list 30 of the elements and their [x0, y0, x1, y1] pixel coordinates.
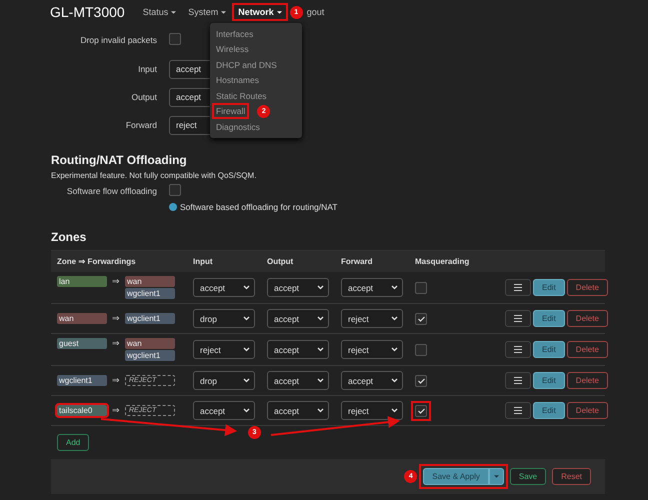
zone-tag: wgclient1 — [57, 375, 107, 386]
zone-tag: wan — [57, 313, 107, 324]
section-note: Experimental feature. Not fully compatible with QoS/SQM. — [51, 171, 258, 180]
zone-tag: wgclient1 — [125, 288, 175, 299]
zone-tag: wgclient1 — [125, 313, 175, 324]
column-header: Masquerading — [415, 257, 470, 266]
column-header: Input — [193, 257, 214, 266]
field-label: Forward — [124, 120, 157, 130]
column-header: Zone ⇒ Forwardings — [57, 257, 137, 266]
section-heading: Zones — [51, 230, 88, 244]
forward-arrow: ⇒ — [112, 276, 120, 287]
column-header: Output — [267, 257, 294, 266]
zone-tag: wan — [125, 276, 175, 287]
field-label: Drop invalid packets — [79, 35, 157, 45]
help-text: Software based offloading for routing/NAT — [180, 202, 338, 212]
forward-arrow: ⇒ — [112, 313, 120, 324]
forward-arrow: ⇒ — [112, 405, 120, 416]
zone-tag: lan — [57, 276, 107, 287]
zone-tag: tailscale0 — [57, 405, 107, 416]
zone-tag: wan — [125, 338, 175, 349]
brand-title: GL-MT3000 — [50, 4, 125, 20]
zone-tag: wgclient1 — [125, 350, 175, 361]
field-label: Software flow offloading — [66, 186, 157, 196]
field-label: Input — [137, 64, 157, 74]
section-heading: Routing/NAT Offloading — [51, 153, 188, 167]
forward-arrow: ⇒ — [112, 375, 120, 386]
forward-arrow: ⇒ — [112, 338, 120, 349]
column-header: Forward — [341, 257, 374, 266]
zone-tag: guest — [57, 338, 107, 349]
field-label: Output — [130, 92, 157, 102]
